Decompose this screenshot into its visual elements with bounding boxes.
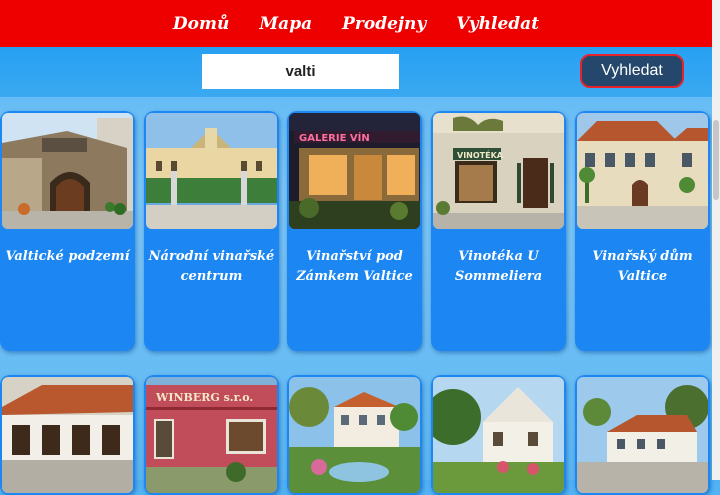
card-photo: WINBERG s.r.o. xyxy=(146,377,277,493)
card-photo: GALERIE VÍN xyxy=(289,113,420,229)
search-button[interactable]: Vyhledat xyxy=(580,54,684,88)
result-card[interactable]: Valtické podzemí xyxy=(0,111,135,351)
card-photo xyxy=(146,113,277,229)
nav-link-search[interactable]: Vyhledat xyxy=(456,14,539,34)
winberg-sign: WINBERG s.r.o. xyxy=(155,391,253,404)
page-scrollbar[interactable] xyxy=(712,0,720,480)
card-title: Vinotéka U Sommeliera xyxy=(454,249,543,284)
wine-shop-sign: VINOTÉKA xyxy=(457,149,504,160)
scrollbar-thumb[interactable] xyxy=(713,120,719,200)
result-card[interactable] xyxy=(575,375,710,495)
card-photo xyxy=(2,377,133,493)
winery-sign: GALERIE VÍN xyxy=(299,131,370,144)
nav-link-stores[interactable]: Prodejny xyxy=(342,14,426,34)
card-title: Národní vinařské centrum xyxy=(148,249,275,284)
card-photo xyxy=(577,377,708,493)
card-photo xyxy=(577,113,708,229)
result-card[interactable] xyxy=(287,375,422,495)
card-title: Valtické podzemí xyxy=(5,249,130,264)
card-title: Vinařský dům Valtice xyxy=(592,249,693,284)
card-photo: VINOTÉKA xyxy=(433,113,564,229)
result-card[interactable]: Vinařský dům Valtice xyxy=(575,111,710,351)
search-bar: Vyhledat xyxy=(0,47,712,97)
results-grid: Valtické podzemí Národní vinařské centru… xyxy=(0,97,712,495)
result-card[interactable] xyxy=(431,375,566,495)
result-card[interactable]: WINBERG s.r.o. xyxy=(144,375,279,495)
card-photo xyxy=(289,377,420,493)
nav-link-home[interactable]: Domů xyxy=(173,14,229,34)
top-navigation: Domů Mapa Prodejny Vyhledat xyxy=(0,0,712,47)
card-title: Vinařství pod Zámkem Valtice xyxy=(296,249,413,284)
search-input[interactable] xyxy=(202,54,399,89)
card-photo xyxy=(2,113,133,229)
result-card[interactable]: VINOTÉKA Vinotéka U Sommeliera xyxy=(431,111,566,351)
nav-link-map[interactable]: Mapa xyxy=(259,14,312,34)
result-card[interactable]: Národní vinařské centrum xyxy=(144,111,279,351)
card-photo xyxy=(433,377,564,493)
result-card[interactable]: GALERIE VÍN Vinařství pod Zámkem Valtice xyxy=(287,111,422,351)
result-card[interactable] xyxy=(0,375,135,495)
